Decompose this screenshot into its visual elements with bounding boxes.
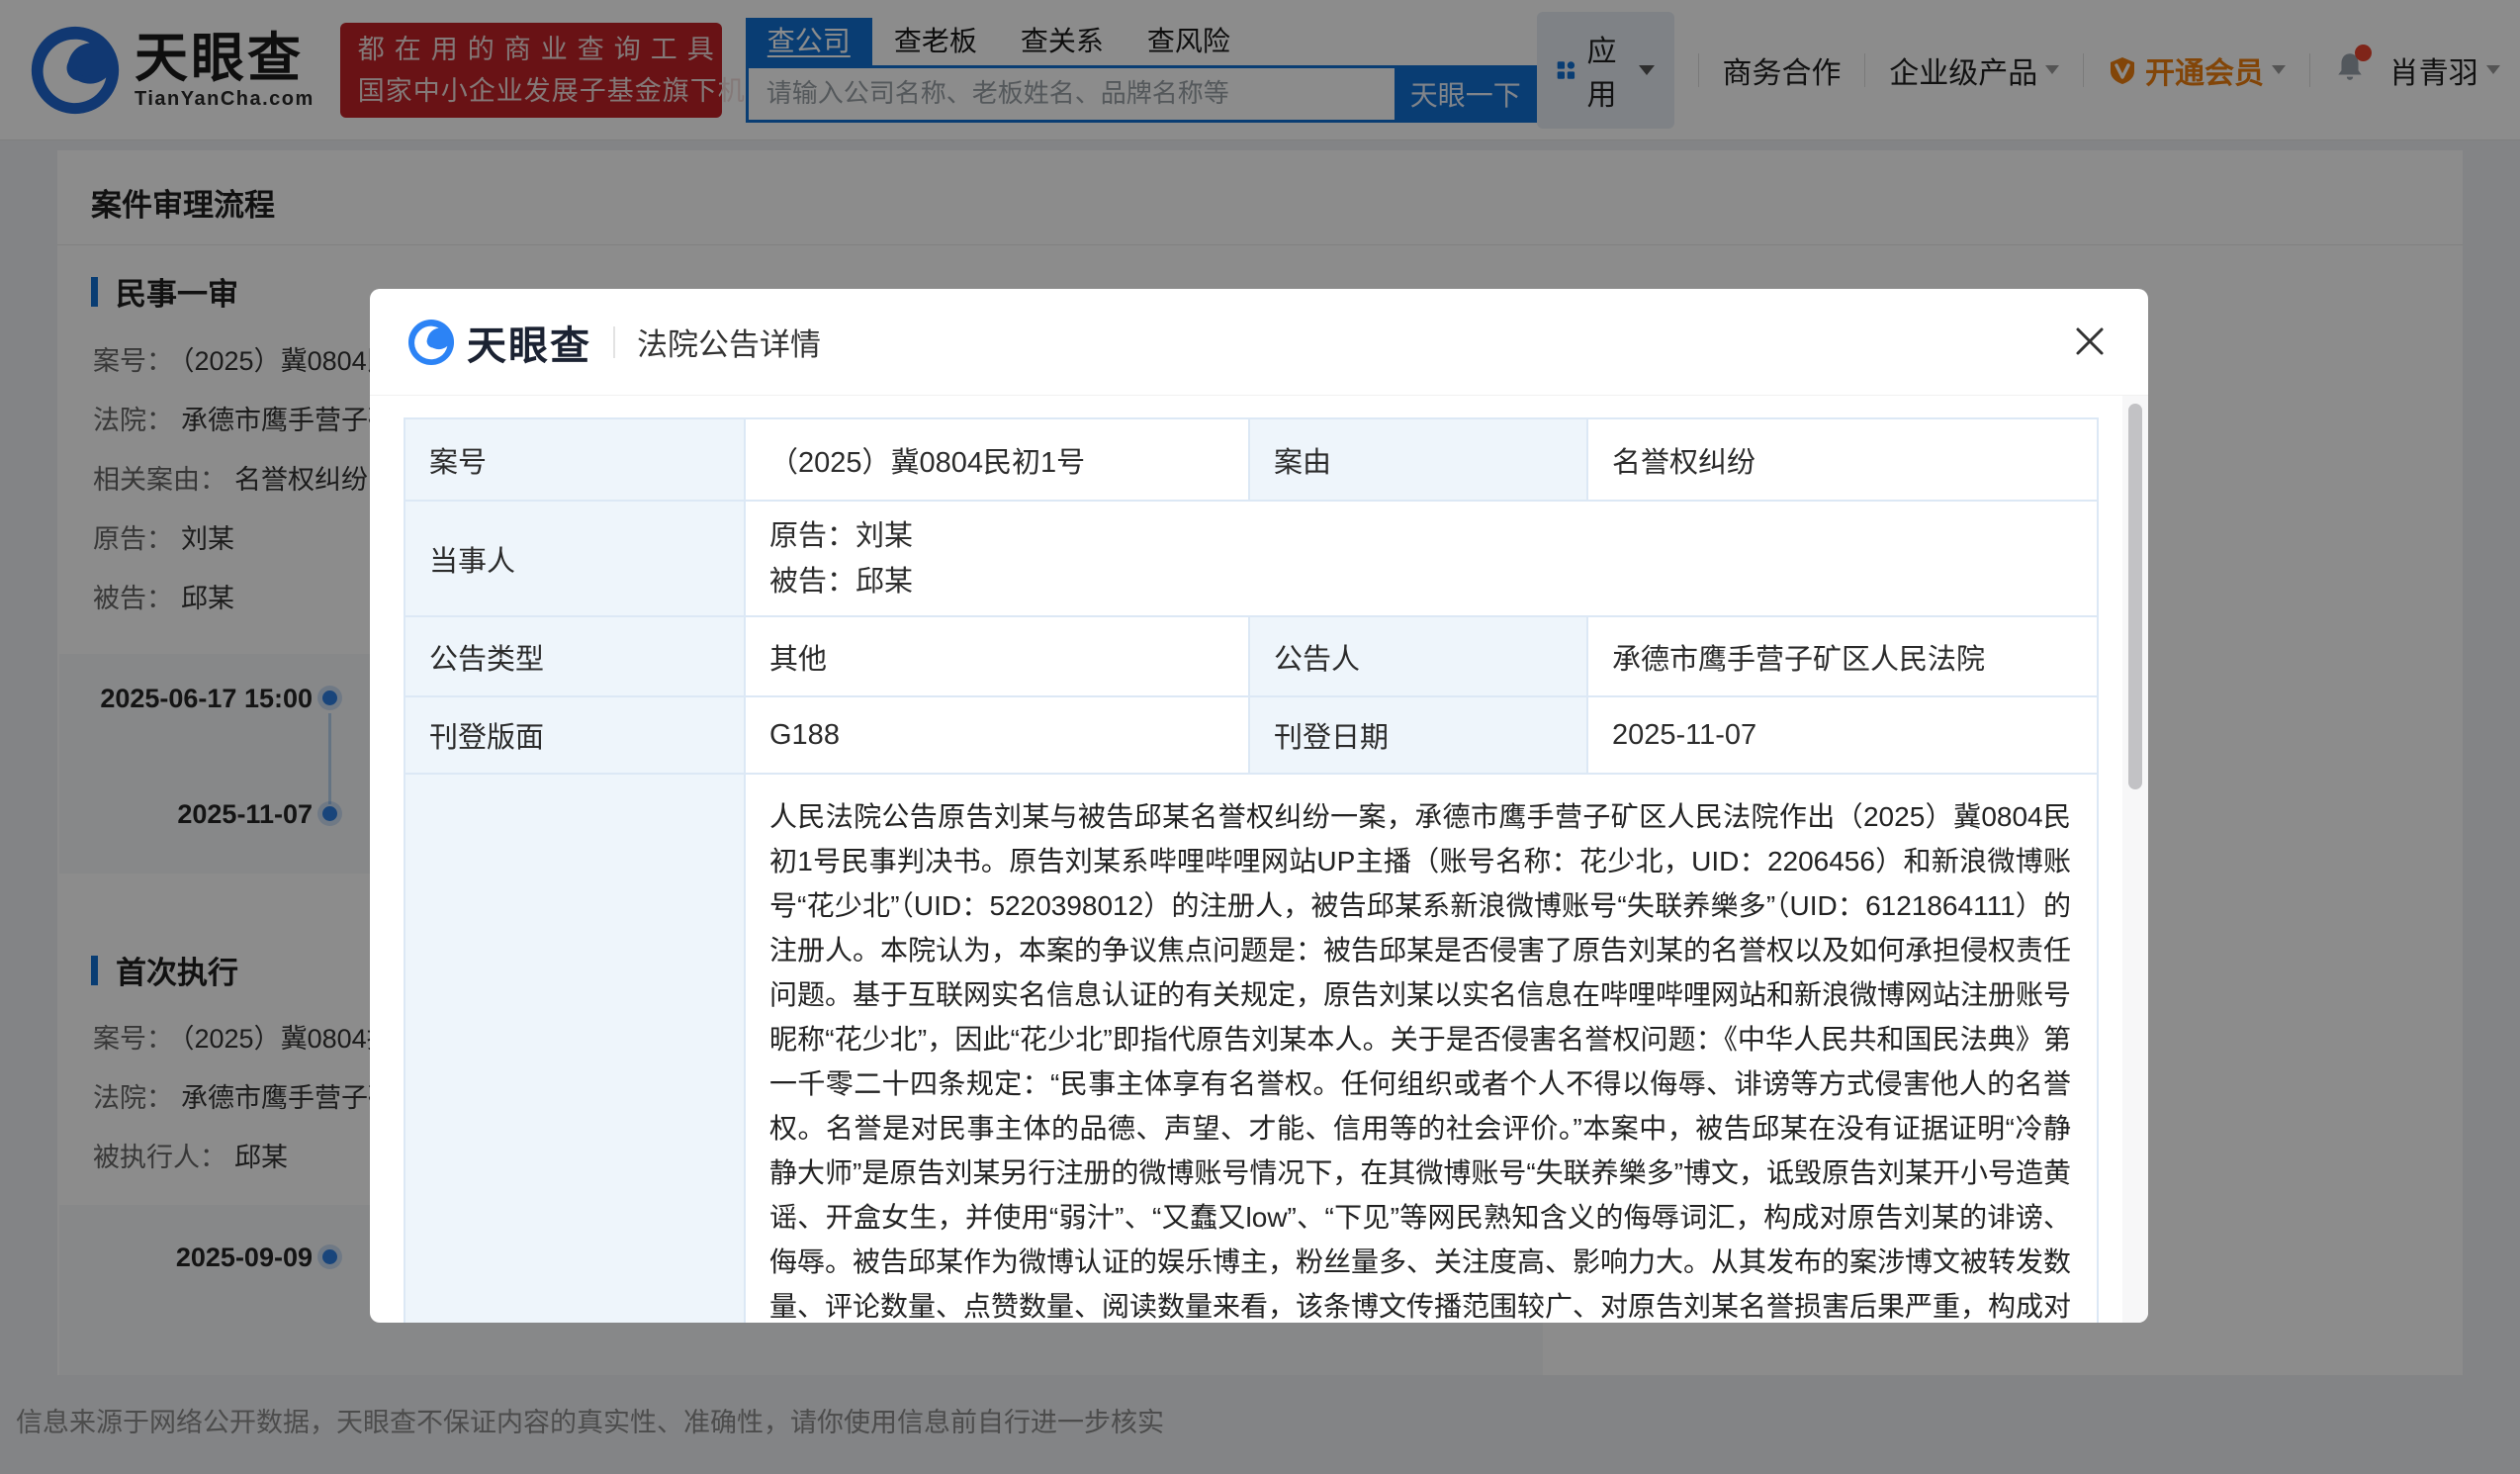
modal-title: 法院公告详情 [637,327,821,362]
cell-label: 刊登日期 [1248,695,1588,775]
announcement-text: 人民法院公告原告刘某与被告邱某名誉权纠纷一案，承德市鹰手营子矿区人民法院作出（2… [769,801,2072,1322]
scrollbar-thumb[interactable] [2128,404,2142,789]
cell-value: 其他 [744,615,1250,697]
table-row: 刊登版面 G188 刊登日期 2025-11-07 [404,695,2099,775]
party-plaintiff: 原告：刘某 [769,519,914,552]
table-row: 公告类型 其他 公告人 承德市鹰手营子矿区人民法院 [404,615,2099,697]
cell-label: 案号 [404,417,746,502]
party-defendant: 被告：邱某 [769,565,914,598]
table-row: 案号 （2025）冀0804民初1号 案由 名誉权纠纷 [404,417,2099,502]
cell-label-empty [404,773,746,1323]
cell-label: 当事人 [404,500,746,617]
cell-value: 2025-11-07 [1586,695,2099,775]
table-row: 人民法院公告原告刘某与被告邱某名誉权纠纷一案，承德市鹰手营子矿区人民法院作出（2… [404,773,2099,1323]
cell-value: 承德市鹰手营子矿区人民法院 [1586,615,2099,697]
modal-brand: 天眼查 [467,323,591,368]
court-announcement-modal: 天眼查 法院公告详情 案号 （2025）冀0804民初1号 案由 名誉权纠纷 当… [370,289,2148,1323]
cell-value: （2025）冀0804民初1号 [744,417,1250,502]
divider [613,325,615,358]
modal-body: 案号 （2025）冀0804民初1号 案由 名誉权纠纷 当事人 原告：刘某 被告… [370,396,2122,1323]
cell-label: 公告人 [1248,615,1588,697]
cell-label: 案由 [1248,417,1588,502]
tianyancha-swirl-icon [407,319,455,365]
cell-value: 名誉权纠纷 [1586,417,2099,502]
modal-scrollbar[interactable] [2122,396,2148,1323]
modal-header: 天眼查 法院公告详情 [370,289,2148,396]
cell-label: 刊登版面 [404,695,746,775]
announcement-table: 案号 （2025）冀0804民初1号 案由 名誉权纠纷 当事人 原告：刘某 被告… [404,417,2099,1323]
cell-announcement: 人民法院公告原告刘某与被告邱某名誉权纠纷一案，承德市鹰手营子矿区人民法院作出（2… [744,773,2099,1323]
table-row: 当事人 原告：刘某 被告：邱某 [404,500,2099,617]
cell-label: 公告类型 [404,615,746,697]
cell-value: 原告：刘某 被告：邱某 [744,500,2099,617]
close-icon[interactable] [2071,322,2109,360]
cell-value: G188 [744,695,1250,775]
screen: 天眼查 TianYanCha.com 都在用的商业查询工具 国家中小企业发展子基… [0,0,2520,1474]
